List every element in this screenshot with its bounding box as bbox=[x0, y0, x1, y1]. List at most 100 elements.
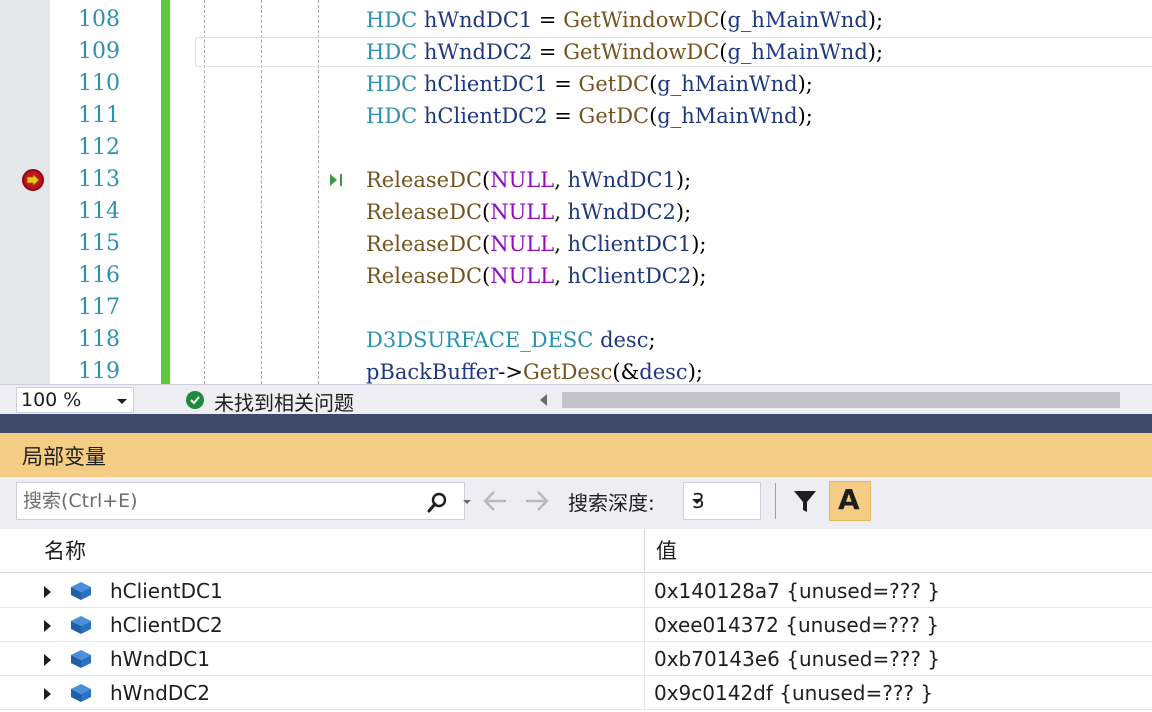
check-circle-icon bbox=[186, 391, 204, 409]
code-text[interactable]: pBackBuffer->GetDesc(&desc); bbox=[366, 356, 703, 384]
match-case-label: A bbox=[838, 483, 860, 516]
variable-icon bbox=[71, 650, 91, 668]
search-depth-dropdown[interactable]: 3 bbox=[683, 482, 761, 520]
chevron-down-icon bbox=[692, 499, 702, 504]
column-separator[interactable] bbox=[644, 529, 645, 573]
horizontal-scrollbar[interactable] bbox=[562, 392, 1120, 408]
code-token: GetDC bbox=[578, 104, 650, 128]
filter-icon[interactable] bbox=[790, 486, 820, 516]
code-text[interactable]: D3DSURFACE_DESC desc; bbox=[366, 324, 656, 356]
code-token: ; bbox=[648, 328, 656, 352]
locals-row[interactable]: hClientDC2 0xee014372 {unused=??? } bbox=[0, 608, 1152, 642]
code-token: ReleaseDC bbox=[366, 264, 483, 288]
column-separator bbox=[644, 676, 645, 710]
variable-value[interactable]: 0xb70143e6 {unused=??? } bbox=[654, 642, 940, 676]
code-text[interactable]: HDC hWndDC2 = GetWindowDC(g_hMainWnd); bbox=[366, 36, 883, 68]
locals-row[interactable]: hWndDC2 0x9c0142df {unused=??? } bbox=[0, 676, 1152, 710]
line-number: 108 bbox=[78, 7, 120, 32]
code-token: D3DSURFACE_DESC bbox=[366, 328, 594, 352]
variable-icon bbox=[71, 616, 91, 634]
locals-row[interactable]: hWndDC1 0xb70143e6 {unused=??? } bbox=[0, 642, 1152, 676]
code-token: (& bbox=[612, 360, 640, 384]
code-text[interactable]: HDC hClientDC2 = GetDC(g_hMainWnd); bbox=[366, 100, 813, 132]
search-icon[interactable] bbox=[425, 491, 449, 515]
expand-icon[interactable] bbox=[44, 688, 51, 700]
code-token: pBackBuffer bbox=[366, 360, 499, 384]
match-case-button[interactable]: A bbox=[829, 481, 871, 521]
line-number: 111 bbox=[78, 103, 120, 128]
code-token: , bbox=[554, 232, 568, 256]
locals-title-bar[interactable]: 局部变量 bbox=[0, 433, 1152, 477]
code-text[interactable]: ReleaseDC(NULL, hClientDC1); bbox=[366, 228, 707, 260]
code-line[interactable]: 115 ReleaseDC(NULL, hClientDC1); bbox=[0, 228, 1152, 260]
code-line[interactable]: 119 pBackBuffer->GetDesc(&desc); bbox=[0, 356, 1152, 384]
locals-title: 局部变量 bbox=[22, 445, 106, 469]
code-token: desc bbox=[639, 360, 688, 384]
editor-status-bar: 100 % 未找到相关问题 bbox=[0, 384, 1152, 416]
panel-splitter[interactable] bbox=[0, 414, 1152, 433]
locals-toolbar: 搜索深度: 3 A bbox=[0, 477, 1152, 529]
arrow-right-icon[interactable] bbox=[522, 487, 552, 515]
code-token: NULL bbox=[490, 264, 555, 288]
line-number: 114 bbox=[78, 199, 120, 224]
code-token: g_hMainWnd bbox=[657, 72, 798, 96]
code-line[interactable]: 112 bbox=[0, 132, 1152, 164]
code-token: -> bbox=[498, 360, 523, 384]
chevron-down-icon bbox=[117, 399, 127, 404]
variable-value[interactable]: 0xee014372 {unused=??? } bbox=[654, 608, 939, 642]
code-token: ( bbox=[482, 232, 491, 256]
code-token: hClientDC1 bbox=[423, 72, 548, 96]
code-line[interactable]: 113 ReleaseDC(NULL, hWndDC1); bbox=[0, 164, 1152, 196]
variable-value[interactable]: 0x9c0142df {unused=??? } bbox=[654, 676, 933, 710]
code-token: , bbox=[554, 200, 568, 224]
variable-name: hClientDC1 bbox=[110, 579, 223, 603]
code-token: hWndDC2 bbox=[567, 200, 676, 224]
code-token: GetDesc bbox=[522, 360, 613, 384]
expand-icon[interactable] bbox=[44, 654, 51, 666]
expand-icon[interactable] bbox=[44, 586, 51, 598]
search-box[interactable] bbox=[16, 482, 471, 520]
code-line[interactable]: 108 HDC hWndDC1 = GetWindowDC(g_hMainWnd)… bbox=[0, 4, 1152, 36]
code-line[interactable]: 109 HDC hWndDC2 = GetWindowDC(g_hMainWnd)… bbox=[0, 36, 1152, 68]
locals-row[interactable]: hClientDC1 0x140128a7 {unused=??? } bbox=[0, 574, 1152, 608]
chevron-down-icon[interactable] bbox=[463, 500, 471, 504]
code-text[interactable]: ReleaseDC(NULL, hWndDC1); bbox=[366, 164, 691, 196]
column-header-name[interactable]: 名称 bbox=[44, 529, 86, 573]
code-token: ReleaseDC bbox=[366, 232, 483, 256]
column-separator bbox=[644, 574, 645, 608]
line-number: 109 bbox=[78, 39, 120, 64]
column-header-value[interactable]: 值 bbox=[656, 529, 677, 573]
code-line[interactable]: 118 D3DSURFACE_DESC desc; bbox=[0, 324, 1152, 356]
code-token: ); bbox=[691, 264, 707, 288]
locals-grid-header: 名称 值 bbox=[0, 529, 1152, 573]
zoom-dropdown[interactable]: 100 % bbox=[16, 387, 134, 413]
code-line[interactable]: 117 bbox=[0, 292, 1152, 324]
breakpoint-current-icon[interactable] bbox=[22, 169, 44, 191]
code-token: ); bbox=[867, 40, 884, 64]
code-text[interactable]: HDC hWndDC1 = GetWindowDC(g_hMainWnd); bbox=[366, 4, 883, 36]
column-separator bbox=[644, 642, 645, 676]
code-line[interactable]: 114 ReleaseDC(NULL, hWndDC2); bbox=[0, 196, 1152, 228]
line-number: 118 bbox=[78, 327, 120, 352]
scroll-left-icon[interactable] bbox=[540, 394, 547, 406]
code-line[interactable]: 111 HDC hClientDC2 = GetDC(g_hMainWnd); bbox=[0, 100, 1152, 132]
variable-value[interactable]: 0x140128a7 {unused=??? } bbox=[654, 574, 940, 608]
arrow-left-icon[interactable] bbox=[480, 487, 510, 515]
code-text[interactable]: ReleaseDC(NULL, hWndDC2); bbox=[366, 196, 691, 228]
code-editor[interactable]: 108 HDC hWndDC1 = GetWindowDC(g_hMainWnd)… bbox=[0, 0, 1152, 384]
code-line[interactable]: 116 ReleaseDC(NULL, hClientDC2); bbox=[0, 260, 1152, 292]
code-token: , bbox=[554, 264, 568, 288]
expand-icon[interactable] bbox=[44, 620, 51, 632]
run-to-click-icon[interactable] bbox=[326, 169, 348, 191]
variable-name: hWndDC1 bbox=[110, 647, 210, 671]
code-token: ( bbox=[482, 168, 491, 192]
search-input[interactable] bbox=[23, 486, 403, 516]
code-text[interactable]: HDC hClientDC1 = GetDC(g_hMainWnd); bbox=[366, 68, 813, 100]
variable-icon bbox=[71, 684, 91, 702]
issues-status[interactable]: 未找到相关问题 bbox=[214, 387, 354, 416]
code-line[interactable]: 110 HDC hClientDC1 = GetDC(g_hMainWnd); bbox=[0, 68, 1152, 100]
code-text[interactable]: ReleaseDC(NULL, hClientDC2); bbox=[366, 260, 707, 292]
